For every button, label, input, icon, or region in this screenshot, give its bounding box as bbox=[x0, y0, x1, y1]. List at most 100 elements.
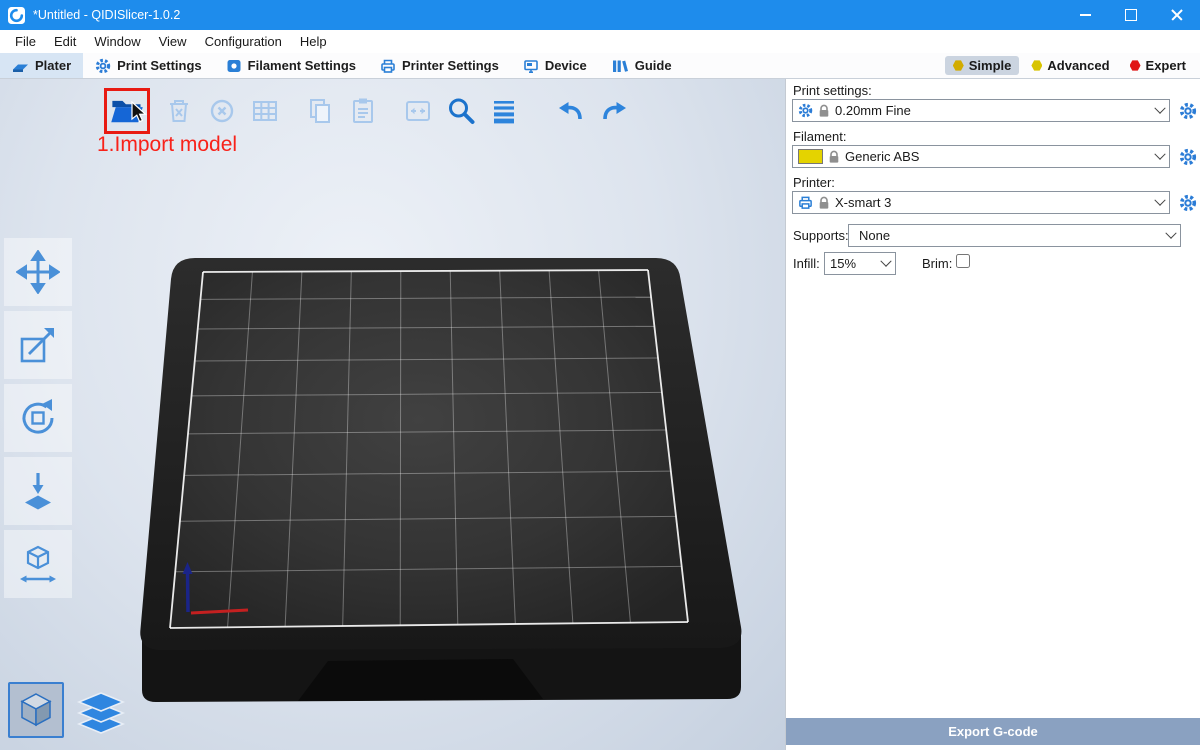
undo-button undo-arrow-icon[interactable] bbox=[555, 95, 587, 127]
tab-printer-settings[interactable]: Printer Settings bbox=[368, 53, 511, 78]
menu-configuration[interactable]: Configuration bbox=[196, 30, 291, 53]
advanced-mode-icon bbox=[1031, 60, 1042, 71]
menu-help[interactable]: Help bbox=[291, 30, 336, 53]
tab-label: Filament Settings bbox=[248, 58, 356, 73]
printer-select[interactable]: X-smart 3 bbox=[792, 191, 1170, 214]
rotate-gizmo-button[interactable] bbox=[4, 384, 72, 452]
brim-checkbox[interactable] bbox=[956, 254, 970, 268]
infill-value: 15% bbox=[830, 256, 856, 271]
tab-label: Guide bbox=[635, 58, 672, 73]
window-controls bbox=[1062, 0, 1200, 30]
infill-label: Infill: bbox=[793, 256, 820, 271]
lock-icon bbox=[818, 196, 830, 209]
arrange-button table-icon[interactable] bbox=[249, 95, 281, 127]
mouse-cursor-icon bbox=[131, 101, 147, 123]
bed-grid-surface bbox=[170, 270, 688, 628]
view-switcher bbox=[8, 682, 128, 738]
tab-print-settings[interactable]: Print Settings bbox=[83, 53, 214, 78]
filament-gear-button[interactable] bbox=[1179, 148, 1197, 166]
move-gizmo-button[interactable] bbox=[4, 238, 72, 306]
delete-button trash-icon[interactable] bbox=[163, 95, 195, 127]
viewport-3d[interactable]: 1.Import model bbox=[0, 79, 785, 750]
gear-icon bbox=[798, 103, 813, 118]
filament-select[interactable]: Generic ABS bbox=[792, 145, 1170, 168]
printer-icon bbox=[380, 58, 396, 74]
tab-plater[interactable]: Plater bbox=[0, 53, 83, 78]
place-on-face-gizmo-button[interactable] bbox=[4, 457, 72, 525]
gear-icon bbox=[1179, 102, 1197, 120]
print-bed[interactable] bbox=[113, 235, 753, 715]
printer-icon bbox=[798, 195, 813, 210]
minimize-icon bbox=[1080, 14, 1091, 16]
bed-handle-notch bbox=[298, 659, 543, 701]
layer-height-button layers-lines-icon[interactable] bbox=[488, 95, 520, 127]
tab-label: Device bbox=[545, 58, 587, 73]
scale-icon bbox=[16, 323, 60, 367]
menu-window[interactable]: Window bbox=[85, 30, 149, 53]
menu-file[interactable]: File bbox=[6, 30, 45, 53]
tab-device[interactable]: Device bbox=[511, 53, 599, 78]
filament-color-swatch bbox=[798, 149, 823, 164]
filament-spool-icon bbox=[226, 58, 242, 74]
maximize-button[interactable] bbox=[1108, 0, 1154, 30]
lock-icon bbox=[818, 104, 830, 117]
3d-view-button[interactable] bbox=[8, 682, 64, 738]
printer-label: Printer: bbox=[793, 175, 835, 190]
close-button[interactable] bbox=[1154, 0, 1200, 30]
print-settings-label: Print settings: bbox=[793, 83, 872, 98]
export-gcode-button[interactable]: Export G-code bbox=[786, 718, 1200, 745]
app-window: *Untitled - QIDISlicer-1.0.2 File Edit W… bbox=[0, 0, 1200, 750]
redo-button redo-arrow-icon[interactable] bbox=[598, 95, 630, 127]
supports-select[interactable]: None bbox=[848, 224, 1181, 247]
gear-icon bbox=[95, 58, 111, 74]
scale-gizmo-button[interactable] bbox=[4, 311, 72, 379]
tab-label: Plater bbox=[35, 58, 71, 73]
paste-button clipboard-icon[interactable] bbox=[347, 95, 379, 127]
dropdown-arrow-icon bbox=[877, 253, 895, 274]
brim-label: Brim: bbox=[922, 256, 952, 271]
window-title: *Untitled - QIDISlicer-1.0.2 bbox=[33, 8, 180, 22]
rotate-icon bbox=[16, 396, 60, 440]
3d-cube-icon bbox=[16, 691, 56, 729]
close-icon bbox=[1171, 9, 1183, 21]
maximize-icon bbox=[1125, 9, 1137, 21]
lock-icon bbox=[828, 150, 840, 163]
mode-label: Expert bbox=[1146, 58, 1186, 73]
mode-label: Advanced bbox=[1047, 58, 1109, 73]
print-settings-value: 0.20mm Fine bbox=[835, 103, 911, 118]
menu-edit[interactable]: Edit bbox=[45, 30, 85, 53]
print-settings-gear-button[interactable] bbox=[1179, 102, 1197, 120]
layers-view-button[interactable] bbox=[74, 688, 128, 738]
tabbar: Plater Print Settings Filament Settings … bbox=[0, 53, 1200, 79]
printer-gear-button[interactable] bbox=[1179, 194, 1197, 212]
gizmo-toolbar bbox=[4, 238, 72, 598]
split-button split-window-icon[interactable] bbox=[402, 95, 434, 127]
dropdown-arrow-icon bbox=[1162, 225, 1180, 246]
printer-value: X-smart 3 bbox=[835, 195, 891, 210]
gear-icon bbox=[1179, 194, 1197, 212]
filament-value: Generic ABS bbox=[845, 149, 919, 164]
tab-filament-settings[interactable]: Filament Settings bbox=[214, 53, 368, 78]
search-button search-icon[interactable] bbox=[445, 95, 477, 127]
mode-advanced[interactable]: Advanced bbox=[1023, 56, 1117, 75]
place-on-face-icon bbox=[16, 469, 60, 513]
measure-gizmo-button[interactable] bbox=[4, 530, 72, 598]
menubar: File Edit Window View Configuration Help bbox=[0, 30, 1200, 53]
mode-label: Simple bbox=[969, 58, 1012, 73]
copy-button copy-icon[interactable] bbox=[304, 95, 336, 127]
tab-guide[interactable]: Guide bbox=[599, 53, 684, 78]
delete-all-button x-circle-icon[interactable] bbox=[206, 95, 238, 127]
minimize-button[interactable] bbox=[1062, 0, 1108, 30]
infill-select[interactable]: 15% bbox=[824, 252, 896, 275]
mode-simple[interactable]: Simple bbox=[945, 56, 1020, 75]
simple-mode-icon bbox=[953, 60, 964, 71]
print-settings-select[interactable]: 0.20mm Fine bbox=[792, 99, 1170, 122]
plater-icon bbox=[12, 58, 29, 74]
gear-icon bbox=[1179, 148, 1197, 166]
device-monitor-icon bbox=[523, 58, 539, 74]
dropdown-arrow-icon bbox=[1151, 146, 1169, 167]
titlebar: *Untitled - QIDISlicer-1.0.2 bbox=[0, 0, 1200, 30]
mode-expert[interactable]: Expert bbox=[1122, 56, 1194, 75]
menu-view[interactable]: View bbox=[150, 30, 196, 53]
mode-switcher: Simple Advanced Expert bbox=[945, 53, 1200, 78]
